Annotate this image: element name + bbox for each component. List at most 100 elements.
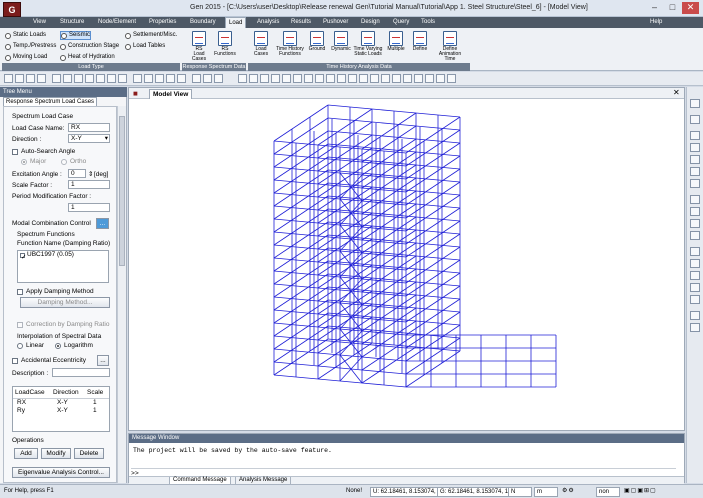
direction-select[interactable]: X-Y ▾ xyxy=(68,134,110,143)
toolbar-tool-icon[interactable] xyxy=(166,74,175,83)
view-tool-icon[interactable] xyxy=(690,219,700,228)
ortho-radio[interactable] xyxy=(61,159,67,165)
menu-analysis[interactable]: Analysis xyxy=(257,17,279,28)
menu-tools[interactable]: Tools xyxy=(421,17,435,28)
auto-search-checkbox[interactable] xyxy=(12,149,18,155)
tab-model-view[interactable]: Model View xyxy=(149,89,193,99)
toolbar-tool-icon[interactable] xyxy=(403,74,412,83)
menu-structure[interactable]: Structure xyxy=(60,17,84,28)
status-view-icons[interactable]: ▣▢▣⊞▢ xyxy=(624,487,700,497)
menu-boundary[interactable]: Boundary xyxy=(190,17,216,28)
toolbar-tool-icon[interactable] xyxy=(392,74,401,83)
menu-results[interactable]: Results xyxy=(291,17,311,28)
force-unit-select[interactable]: N xyxy=(508,487,532,497)
moving-load-button[interactable]: Moving Load xyxy=(5,53,47,62)
toolbar-tool-icon[interactable] xyxy=(359,74,368,83)
th-load-cases-button[interactable]: Load Cases xyxy=(249,29,273,63)
menu-properties[interactable]: Properties xyxy=(149,17,176,28)
toolbar-tool-icon[interactable] xyxy=(282,74,291,83)
toolbar-tool-icon[interactable] xyxy=(348,74,357,83)
toolbar-tool-icon[interactable] xyxy=(144,74,153,83)
add-button[interactable]: Add xyxy=(14,448,38,459)
toolbar-tool-icon[interactable] xyxy=(96,74,105,83)
toolbar-tool-icon[interactable] xyxy=(133,74,142,83)
toolbar-tool-icon[interactable] xyxy=(326,74,335,83)
toolbar-tool-icon[interactable] xyxy=(381,74,390,83)
minimize-icon[interactable]: ‒ xyxy=(646,2,663,14)
length-unit-select[interactable]: m xyxy=(534,487,558,497)
th-functions-button[interactable]: Time History Functions xyxy=(275,29,305,63)
view-mode-select[interactable]: non xyxy=(596,487,620,497)
rs-load-cases-button[interactable]: RS Load Cases xyxy=(187,29,211,63)
logarithm-radio[interactable] xyxy=(55,343,61,349)
delete-button[interactable]: Delete xyxy=(74,448,104,459)
app-logo-icon[interactable]: G xyxy=(3,2,21,17)
view-tool-icon[interactable] xyxy=(690,323,700,332)
view-tool-icon[interactable] xyxy=(690,311,700,320)
temp-prestress-button[interactable]: Temp./Prestress xyxy=(5,42,56,51)
model-canvas[interactable] xyxy=(129,99,684,430)
toolbar-tool-icon[interactable] xyxy=(192,74,201,83)
toolbar-tool-icon[interactable] xyxy=(436,74,445,83)
toolbar-tool-icon[interactable] xyxy=(177,74,186,83)
correction-checkbox[interactable] xyxy=(17,322,23,328)
toolbar-tool-icon[interactable] xyxy=(447,74,456,83)
maximize-icon[interactable]: □ xyxy=(664,2,681,14)
view-tool-icon[interactable] xyxy=(690,143,700,152)
apply-damping-checkbox[interactable] xyxy=(17,289,23,295)
menu-query[interactable]: Query xyxy=(393,17,409,28)
toolbar-tool-icon[interactable] xyxy=(315,74,324,83)
zoom-icon[interactable] xyxy=(690,167,700,176)
menu-load[interactable]: Load xyxy=(225,17,247,28)
scrollbar-thumb[interactable] xyxy=(119,116,125,266)
list-item[interactable]: ✓ UBC1997 (0.05) xyxy=(20,251,108,261)
toolbar-tool-icon[interactable] xyxy=(414,74,423,83)
view-tool-icon[interactable] xyxy=(690,295,700,304)
time-varying-button[interactable]: Time Varying Static Loads xyxy=(353,29,383,63)
linear-radio[interactable] xyxy=(17,343,23,349)
description-input[interactable] xyxy=(52,368,110,377)
toolbar-tool-icon[interactable] xyxy=(271,74,280,83)
construction-stage-button[interactable]: Construction Stage xyxy=(60,42,119,51)
define-button[interactable]: Define xyxy=(408,29,432,63)
eigenvalue-control-button[interactable]: Eigenvalue Analysis Control... xyxy=(12,467,110,478)
toolbar-tool-icon[interactable] xyxy=(74,74,83,83)
menu-view[interactable]: View xyxy=(33,17,46,28)
close-view-icon[interactable]: ✕ xyxy=(673,88,680,97)
view-tool-icon[interactable] xyxy=(690,99,700,108)
period-mod-input[interactable]: 1 xyxy=(68,203,110,212)
load-tables-button[interactable]: Load Tables xyxy=(125,42,165,51)
toolbar-tool-icon[interactable] xyxy=(37,74,46,83)
view-tool-icon[interactable] xyxy=(690,231,700,240)
toolbar-tool-icon[interactable] xyxy=(337,74,346,83)
function-checkbox[interactable]: ✓ xyxy=(20,252,26,261)
modify-button[interactable]: Modify xyxy=(41,448,71,459)
toolbar-tool-icon[interactable] xyxy=(214,74,223,83)
view-tool-icon[interactable] xyxy=(690,247,700,256)
toolbar-tool-icon[interactable] xyxy=(370,74,379,83)
modal-combo-button[interactable]: ... xyxy=(96,218,109,229)
heat-hydration-button[interactable]: Heat of Hydration xyxy=(60,53,115,62)
view-tool-icon[interactable] xyxy=(690,195,700,204)
stepper-icon[interactable]: ⇕ xyxy=(88,170,93,178)
toolbar-tool-icon[interactable] xyxy=(118,74,127,83)
toolbar-tool-icon[interactable] xyxy=(4,74,13,83)
menu-design[interactable]: Design xyxy=(361,17,380,28)
toolbar-tool-icon[interactable] xyxy=(15,74,24,83)
settlement-misc-button[interactable]: Settlement/Misc. xyxy=(125,31,177,40)
accidental-checkbox[interactable] xyxy=(12,358,18,364)
zoom-icon[interactable] xyxy=(690,155,700,164)
toolbar-tool-icon[interactable] xyxy=(293,74,302,83)
table-row[interactable]: Ry xyxy=(17,407,25,415)
major-radio[interactable] xyxy=(21,159,27,165)
view-tool-icon[interactable] xyxy=(690,259,700,268)
spectrum-function-list[interactable]: ✓ UBC1997 (0.05) xyxy=(17,250,109,283)
menu-node-element[interactable]: Node/Element xyxy=(98,17,136,28)
accidental-button[interactable]: ... xyxy=(97,355,109,366)
menu-help[interactable]: Help xyxy=(650,17,662,28)
scale-factor-input[interactable]: 1 xyxy=(68,180,110,189)
toolbar-tool-icon[interactable] xyxy=(249,74,258,83)
tree-scrollbar[interactable] xyxy=(117,106,126,483)
ground-button[interactable]: Ground xyxy=(305,29,329,63)
seismic-button[interactable]: Seismic xyxy=(60,31,92,40)
